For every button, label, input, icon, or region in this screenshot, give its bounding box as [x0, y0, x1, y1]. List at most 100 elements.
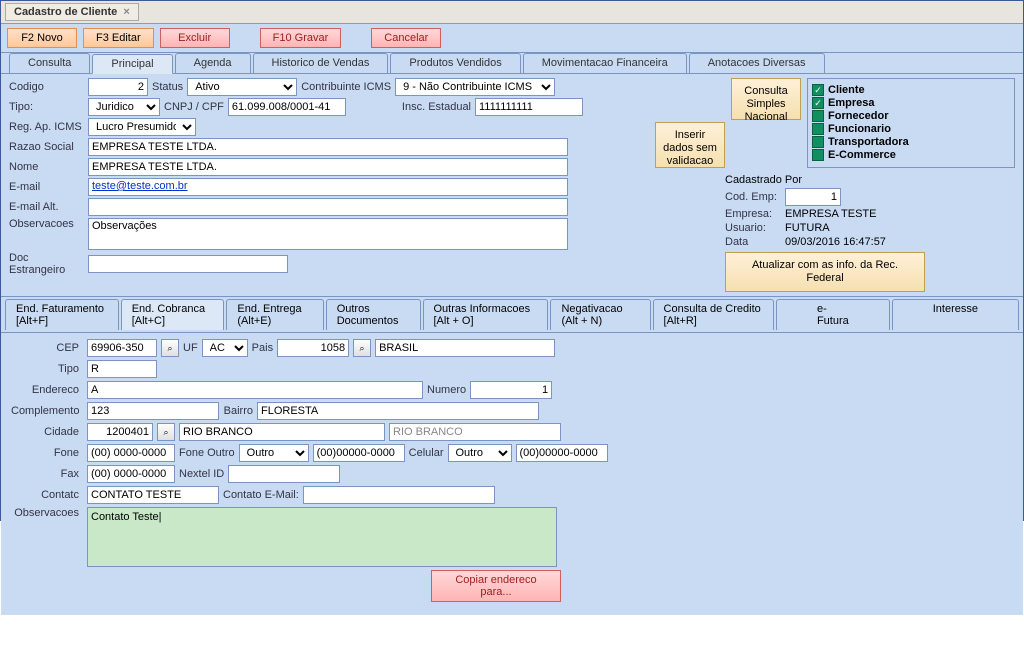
window-tab[interactable]: Cadastro de Cliente × — [5, 3, 139, 21]
tab-movfin[interactable]: Movimentacao Financeira — [523, 53, 687, 73]
pais-cod-input[interactable] — [277, 339, 349, 357]
cep-input[interactable] — [87, 339, 157, 357]
subtab-interesse[interactable]: Interesse — [892, 299, 1019, 330]
copiar-endereco-button[interactable]: Copiar endereco para... — [431, 570, 561, 602]
main-panel: Codigo Status Ativo Contribuinte ICMS 9 … — [1, 74, 1023, 296]
label-nextel: Nextel ID — [179, 468, 224, 480]
label-fone: Fone — [11, 447, 83, 459]
tab-consulta[interactable]: Consulta — [9, 53, 90, 73]
label-nome: Nome — [9, 161, 84, 173]
fone-outro-input[interactable] — [313, 444, 405, 462]
pais-nome-input — [375, 339, 555, 357]
close-icon[interactable]: × — [123, 6, 129, 18]
nextel-input[interactable] — [228, 465, 340, 483]
uf-select[interactable]: AC — [202, 339, 248, 357]
tab-produtos[interactable]: Produtos Vendidos — [390, 53, 520, 73]
subtab-outras-info[interactable]: Outras Informacoes [Alt + O] — [423, 299, 549, 330]
gravar-button[interactable]: F10 Gravar — [260, 28, 342, 48]
subtab-efutura[interactable]: e-Futura — [776, 299, 890, 330]
toolbar: F2 Novo F3 Editar Excluir F10 Gravar Can… — [1, 24, 1023, 53]
numero-input[interactable] — [470, 381, 552, 399]
chk-transportadora[interactable]: Transportadora — [812, 136, 1010, 148]
label-bairro: Bairro — [223, 405, 253, 417]
pais-lookup-icon[interactable]: ⌕ — [353, 339, 371, 357]
chk-cliente[interactable]: ✓Cliente — [812, 84, 1010, 96]
contato-input[interactable] — [87, 486, 219, 504]
observacoes-input[interactable]: Observações — [88, 218, 568, 250]
tipo-end-input[interactable] — [87, 360, 157, 378]
cnpj-input[interactable] — [228, 98, 346, 116]
codigo-input — [88, 78, 148, 96]
cep-lookup-icon[interactable]: ⌕ — [161, 339, 179, 357]
address-panel: CEP ⌕ UF AC Pais ⌕ Tipo Endereco Numero … — [1, 333, 1023, 615]
label-reg-ap: Reg. Ap. ICMS — [9, 121, 84, 133]
cancelar-button[interactable]: Cancelar — [371, 28, 441, 48]
cadastrado-title: Cadastrado Por — [725, 174, 1015, 186]
window-title: Cadastro de Cliente — [14, 6, 117, 18]
atualizar-button[interactable]: Atualizar com as info. da Rec. Federal — [725, 252, 925, 292]
cidade-cod-input[interactable] — [87, 423, 153, 441]
fone-outro-tipo-select[interactable]: Outro — [239, 444, 309, 462]
tab-historico[interactable]: Historico de Vendas — [253, 53, 389, 73]
app-window: Cadastro de Cliente × F2 Novo F3 Editar … — [0, 0, 1024, 521]
tab-agenda[interactable]: Agenda — [175, 53, 251, 73]
inserir-dados-button[interactable]: Inserir dados sem validacao — [655, 122, 725, 168]
cidade-nome-input — [179, 423, 385, 441]
tab-principal[interactable]: Principal — [92, 54, 172, 74]
empresa-value: EMPRESA TESTE — [785, 208, 877, 220]
chk-empresa[interactable]: ✓Empresa — [812, 97, 1010, 109]
label-cnpj: CNPJ / CPF — [164, 101, 224, 113]
label-fax: Fax — [11, 468, 83, 480]
label-razao: Razao Social — [9, 141, 84, 153]
label-numero: Numero — [427, 384, 466, 396]
chk-fornecedor[interactable]: Fornecedor — [812, 110, 1010, 122]
nome-input[interactable] — [88, 158, 568, 176]
endereco-input[interactable] — [87, 381, 423, 399]
editar-button[interactable]: F3 Editar — [83, 28, 154, 48]
cidade-lookup-icon[interactable]: ⌕ — [157, 423, 175, 441]
label-cidade: Cidade — [11, 426, 83, 438]
subtab-cobranca[interactable]: End. Cobranca [Alt+C] — [121, 299, 225, 330]
chk-funcionario[interactable]: Funcionario — [812, 123, 1010, 135]
fax-input[interactable] — [87, 465, 175, 483]
complemento-input[interactable] — [87, 402, 219, 420]
reg-ap-select[interactable]: Lucro Presumido/R — [88, 118, 196, 136]
doc-estr-input[interactable] — [88, 255, 288, 273]
chk-ecommerce[interactable]: E-Commerce — [812, 149, 1010, 161]
insc-est-input[interactable] — [475, 98, 583, 116]
label-complemento: Complemento — [11, 405, 83, 417]
label-data: Data — [725, 236, 781, 248]
main-tabs: Consulta Principal Agenda Historico de V… — [1, 53, 1023, 74]
tab-anotacoes[interactable]: Anotacoes Diversas — [689, 53, 825, 73]
tipo-select[interactable]: Juridico — [88, 98, 160, 116]
bairro-input[interactable] — [257, 402, 539, 420]
contato-email-input[interactable] — [303, 486, 495, 504]
subtab-negativacao[interactable]: Negativacao (Alt + N) — [550, 299, 650, 330]
celular-tipo-select[interactable]: Outro — [448, 444, 512, 462]
label-codigo: Codigo — [9, 81, 84, 93]
label-usuario: Usuario: — [725, 222, 781, 234]
status-select[interactable]: Ativo — [187, 78, 297, 96]
obs-end-textarea[interactable]: Contato Teste| — [87, 507, 557, 567]
subtab-outros-doc[interactable]: Outros Documentos — [326, 299, 421, 330]
label-pais: Pais — [252, 342, 273, 354]
subtab-faturamento[interactable]: End. Faturamento [Alt+F] — [5, 299, 119, 330]
contribuinte-select[interactable]: 9 - Não Contribuinte ICMS — [395, 78, 555, 96]
label-empresa: Empresa: — [725, 208, 781, 220]
label-contato-email: Contato E-Mail: — [223, 489, 299, 501]
celular-input[interactable] — [516, 444, 608, 462]
label-tipo: Tipo: — [9, 101, 84, 113]
bottom-blank — [1, 615, 1023, 655]
fone-input[interactable] — [87, 444, 175, 462]
label-obs-end: Observacoes — [11, 507, 83, 519]
email-link[interactable]: teste@teste.com.br — [92, 180, 188, 192]
subtab-consulta-cred[interactable]: Consulta de Credito [Alt+R] — [653, 299, 774, 330]
excluir-button[interactable]: Excluir — [160, 28, 230, 48]
label-tipo-end: Tipo — [11, 363, 83, 375]
consulta-simples-button[interactable]: Consulta Simples Nacional — [731, 78, 801, 120]
razao-input[interactable] — [88, 138, 568, 156]
novo-button[interactable]: F2 Novo — [7, 28, 77, 48]
subtab-entrega[interactable]: End. Entrega (Alt+E) — [226, 299, 323, 330]
label-observacoes: Observacoes — [9, 218, 84, 230]
email-alt-input[interactable] — [88, 198, 568, 216]
